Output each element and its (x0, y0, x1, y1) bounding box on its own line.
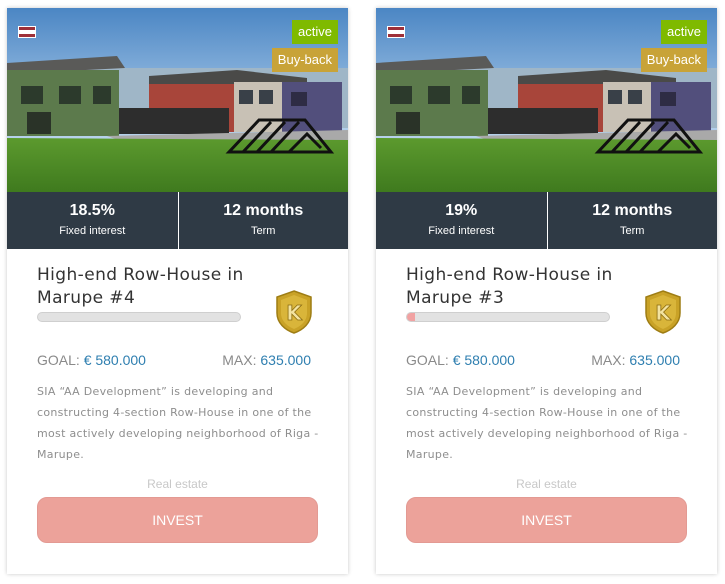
term-value: 12 months (592, 202, 673, 219)
interest-label: Fixed interest (428, 225, 495, 237)
term-label: Term (620, 225, 645, 237)
term-label: Term (251, 225, 276, 237)
term-stat: 12 months Term (177, 192, 349, 249)
project-card[interactable]: active Buy-back 19% Fixed interest 12 mo… (376, 8, 717, 574)
svg-text:K: K (655, 301, 672, 325)
interest-stat: 18.5% Fixed interest (7, 192, 178, 249)
project-card[interactable]: active Buy-back 18.5% Fixed interest 12 … (7, 8, 348, 574)
project-description: SIA “AA Development” is developing and c… (37, 385, 319, 461)
max-label: MAX: (222, 352, 257, 368)
funding-progress-bar (37, 312, 241, 322)
goal-value: € 580.000 (83, 352, 146, 368)
category-label: Real estate (516, 477, 577, 491)
project-title[interactable]: High-end Row-House in Marupe #4 (37, 264, 267, 310)
project-photo[interactable]: active Buy-back (7, 8, 348, 192)
status-badge: active (292, 20, 338, 44)
buyback-badge: Buy-back (271, 48, 338, 72)
interest-value: 19% (445, 202, 478, 219)
max-value: 635.000 (629, 352, 680, 368)
max-amount: MAX: 635.000 (222, 352, 311, 368)
goal-amount: GOAL: € 580.000 (37, 352, 146, 368)
project-description: SIA “AA Development” is developing and c… (406, 385, 688, 461)
goal-amount: GOAL: € 580.000 (406, 352, 515, 368)
max-amount: MAX: 635.000 (591, 352, 680, 368)
shield-rating-icon: K (645, 290, 681, 334)
goal-value: € 580.000 (452, 352, 515, 368)
svg-text:K: K (286, 301, 303, 325)
interest-value: 18.5% (69, 202, 115, 219)
max-label: MAX: (591, 352, 626, 368)
interest-label: Fixed interest (59, 225, 126, 237)
goal-label: GOAL: (37, 352, 80, 368)
buyback-badge: Buy-back (640, 48, 707, 72)
max-value: 635.000 (260, 352, 311, 368)
goal-label: GOAL: (406, 352, 449, 368)
invest-button[interactable]: INVEST (406, 497, 687, 543)
project-title[interactable]: High-end Row-House in Marupe #3 (406, 264, 636, 310)
term-stat: 12 months Term (546, 192, 718, 249)
shield-rating-icon: K (276, 290, 312, 334)
funding-progress-bar (406, 312, 610, 322)
latvia-flag-icon (387, 26, 405, 38)
stats-bar: 18.5% Fixed interest 12 months Term (7, 192, 348, 249)
term-value: 12 months (223, 202, 304, 219)
latvia-flag-icon (18, 26, 36, 38)
category-label: Real estate (147, 477, 208, 491)
status-badge: active (661, 20, 707, 44)
progress-fill (407, 313, 416, 321)
invest-button[interactable]: INVEST (37, 497, 318, 543)
stats-bar: 19% Fixed interest 12 months Term (376, 192, 717, 249)
project-photo[interactable]: active Buy-back (376, 8, 717, 192)
interest-stat: 19% Fixed interest (376, 192, 547, 249)
